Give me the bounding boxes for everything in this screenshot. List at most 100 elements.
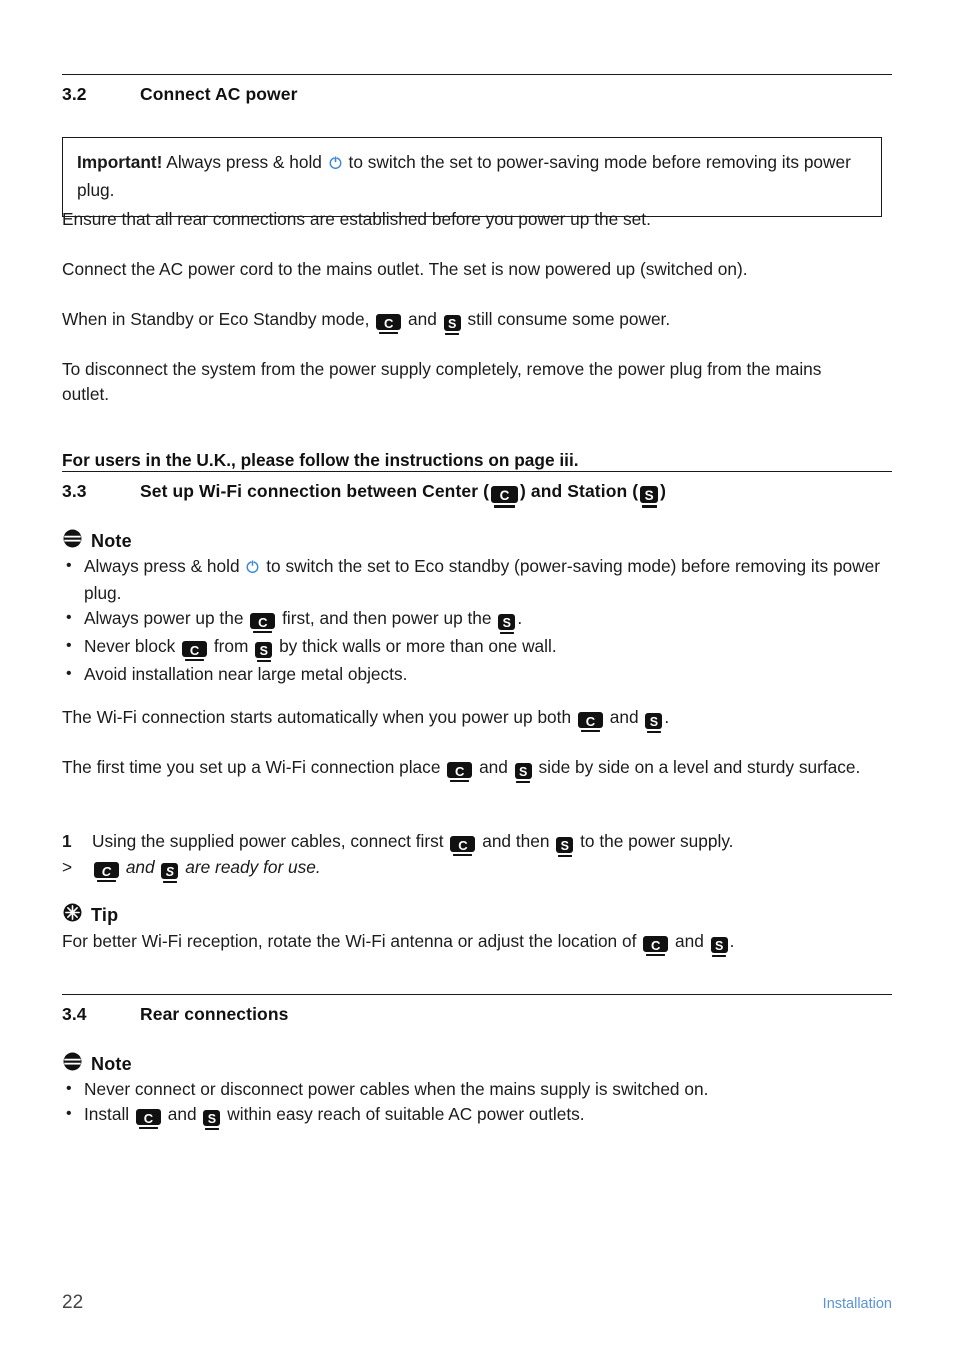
page-footer: 22 Installation [62,1292,892,1314]
station-icon-letter: S [498,614,516,630]
center-device-icon: C [577,712,603,733]
result-text-b: are ready for use. [185,857,321,877]
station-icon-letter: S [640,486,659,503]
section-title: Connect AC power [140,84,298,104]
center-device-icon: C [643,936,669,957]
station-icon-base [641,504,657,508]
bullet-text-c: . [517,608,523,628]
list-item: Avoid installation near large metal obje… [62,661,902,687]
station-device-icon: S [710,937,728,958]
section-divider-3-3 [62,471,892,472]
tip-callout-heading: Tip [62,902,118,928]
section-number: 3.4 [62,1004,87,1024]
station-device-icon: S [498,614,516,635]
uk-users-notice: For users in the U.K., please follow the… [62,450,579,471]
center-device-icon: C [450,836,476,857]
note-icon [62,528,83,554]
center-icon-letter: C [447,762,473,778]
tip-text-a: For better Wi-Fi reception, rotate the W… [62,931,637,951]
first-time-text-b: and [479,757,508,777]
wifi-auto-text-c: . [664,707,670,727]
center-device-icon: C [376,314,402,335]
wifi-auto-text-b: and [609,707,639,727]
result-text: C and S are ready for use. [92,855,902,884]
center-icon-base [185,658,205,662]
tip-text-b: and [675,931,704,951]
station-icon-base [646,730,661,734]
paragraph-disconnect-system: To disconnect the system from the power … [62,359,822,404]
station-icon-base [712,954,727,958]
note-callout-heading: Note [62,528,132,554]
center-device-icon: C [135,1109,161,1130]
station-device-icon: S [514,763,532,784]
center-icon-letter: C [643,936,669,952]
section-title: Rear connections [140,1004,289,1024]
section-heading-3-3: 3.3 Set up Wi-Fi connection between Cent… [62,481,666,508]
center-icon-base [646,953,666,957]
station-device-icon: S [255,642,273,663]
bullet-text-b: first, and then power up the [282,608,492,628]
result-text-a: and [125,857,155,877]
bullet-text-c: within easy reach of suitable AC power o… [227,1104,585,1124]
station-icon-base [204,1127,219,1131]
center-icon-letter: C [491,486,519,503]
station-icon-letter: S [645,713,663,729]
section-divider-3-4 [62,994,892,995]
center-icon-letter: C [94,862,119,878]
list-item: Always press & hold to switch the set to… [62,553,902,606]
important-callout-box: Important! Always press & hold to switch… [62,137,882,217]
station-icon-letter: S [556,837,574,853]
station-icon-letter: S [203,1110,221,1126]
step-text: Using the supplied power cables, connect… [92,829,902,858]
center-icon-letter: C [376,314,402,330]
note-callout-heading: Note [62,1051,132,1077]
paragraph-first-time-setup: The first time you set up a Wi-Fi connec… [62,755,892,784]
list-item: Never block C from S by thick walls or m… [62,633,902,663]
center-icon-base [450,779,470,783]
paragraph-rear-connections: Ensure that all rear connections are est… [62,209,651,229]
bullet-text-b: and [167,1104,197,1124]
station-device-icon: S [443,315,461,336]
section-divider-top [62,74,892,75]
wifi-auto-text-a: The Wi-Fi connection starts automaticall… [62,707,572,727]
note-label: Note [91,1053,132,1074]
station-icon-base [445,332,460,336]
important-label: Important! [77,152,163,172]
station-device-icon: S [161,863,179,884]
center-icon-letter: C [577,712,603,728]
note-bullet-list-3-4: Never connect or disconnect power cables… [62,1076,902,1131]
step1-text-b: and then [482,831,550,851]
step-1-row: 1 Using the supplied power cables, conne… [62,829,902,858]
station-icon-letter: S [161,863,179,879]
step-result-row: > C and S are ready for use. [62,855,902,884]
center-icon-base [494,504,516,508]
tip-text-c: . [729,931,735,951]
center-icon-letter: C [182,641,208,658]
list-item: Always power up the C first, and then po… [62,605,902,635]
center-icon-letter: C [135,1109,161,1125]
tip-icon [62,902,83,928]
document-page: 3.2 Connect AC power Important! Always p… [0,0,954,1350]
note-icon [62,1051,83,1077]
center-icon-base [580,729,600,733]
section-title-part-a: Set up Wi-Fi connection between Center ( [140,481,490,501]
bullet-text-a: Always press & hold [84,556,240,576]
first-time-text-c: side by side on a level and sturdy surfa… [538,757,861,777]
center-device-icon: C [250,613,276,634]
bullet-text-a: Install [84,1104,130,1124]
section-heading-3-2: 3.2 Connect AC power [62,84,298,105]
station-device-icon: S [645,713,663,734]
center-device-icon: C [447,762,473,783]
paragraph-ac-power-cord: Connect the AC power cord to the mains o… [62,259,748,279]
section-title-part-b: ) and Station ( [520,481,639,501]
station-icon-letter: S [514,763,532,779]
list-item: Never connect or disconnect power cables… [62,1076,902,1102]
center-device-icon: C [491,486,519,508]
footer-chapter-label: Installation [822,1296,892,1312]
paragraph-tip-reception: For better Wi-Fi reception, rotate the W… [62,929,902,958]
note-bullet-list-3-3: Always press & hold to switch the set to… [62,553,902,687]
page-number: 22 [62,1292,84,1313]
section-heading-3-4: 3.4 Rear connections [62,1004,288,1025]
center-icon-base [253,630,273,634]
important-text-before: Always press & hold [166,152,322,172]
